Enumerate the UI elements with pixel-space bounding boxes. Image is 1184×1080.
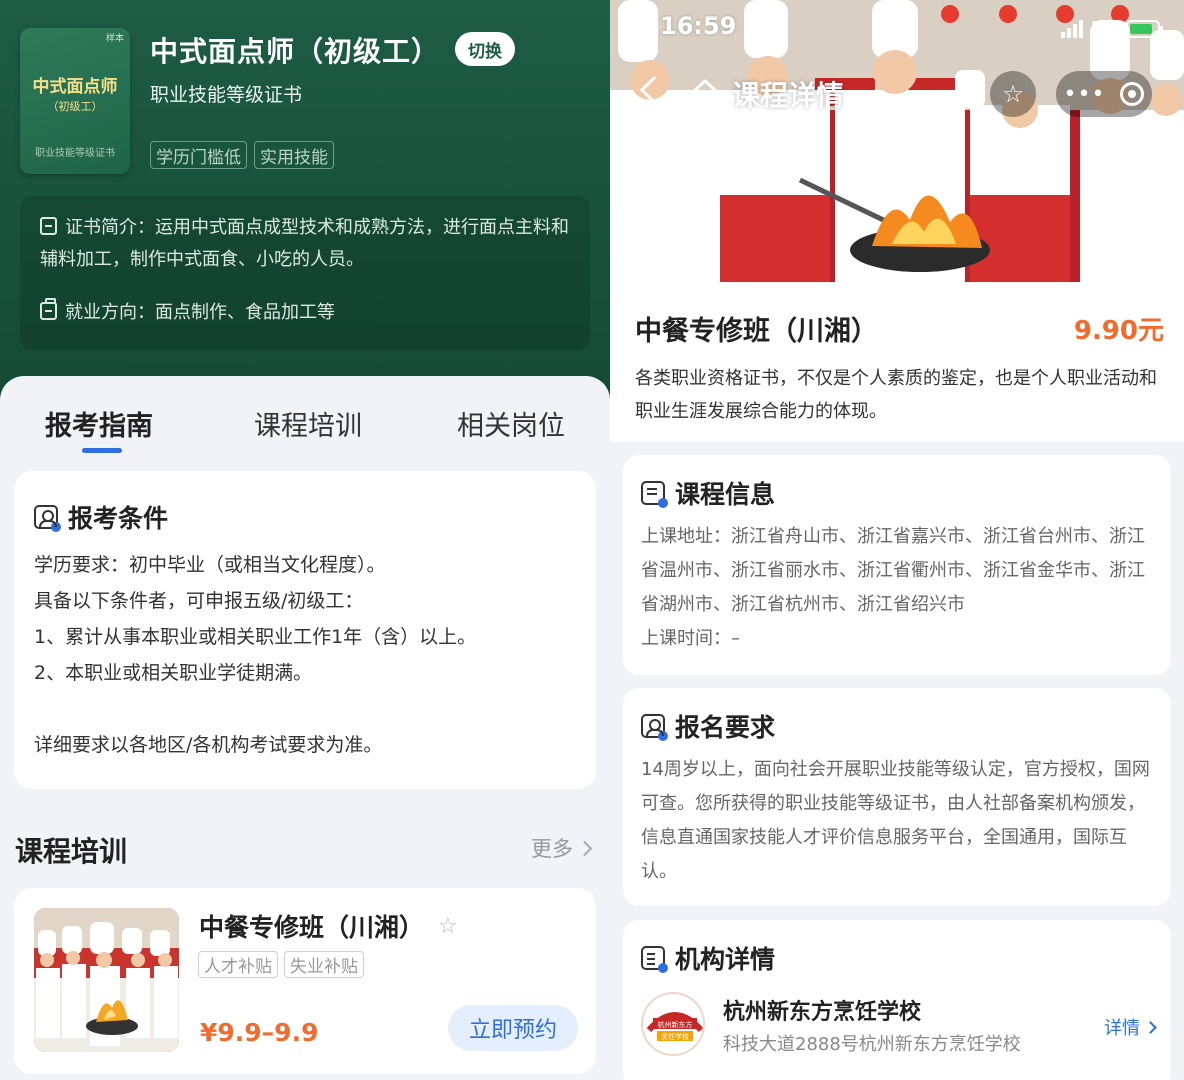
course-card[interactable]: 中餐专修班（川湘） ☆ 人才补贴 失业补贴 ¥9.9–9.9 立即预约 <box>14 888 596 1074</box>
status-time: 16:59 <box>660 12 737 40</box>
certificate-intro: 证书简介：运用中式面点成型技术和成熟方法，进行面点主料和辅料加工，制作中式面食、… <box>20 196 590 350</box>
network-type: 5G <box>1090 18 1118 39</box>
exam-conditions-title: 报考条件 <box>68 504 169 533</box>
target-icon[interactable] <box>1120 82 1145 106</box>
battery-icon <box>1126 19 1163 38</box>
more-link[interactable]: 更多 <box>531 833 593 863</box>
career-text: 面点制作、食品加工等 <box>155 302 335 323</box>
more-icon[interactable]: ••• <box>1064 82 1106 107</box>
capsule-menu[interactable]: ••• <box>1056 71 1152 117</box>
course-address: 上课地址：浙江省舟山市、浙江省嘉兴市、浙江省台州市、浙江省温州市、浙江省丽水市、… <box>641 526 1145 615</box>
exam-conditions-card: 报考条件 学历要求：初中毕业（或相当文化程度）。 具备以下条件者，可申报五级/初… <box>14 471 596 789</box>
back-icon[interactable] <box>639 75 669 105</box>
sample-mark: 样本 <box>105 34 124 44</box>
course-info-heading: 课程信息 <box>641 475 775 511</box>
document-icon <box>641 481 668 508</box>
registration-requirements-card: 报名要求 14周岁以上，面向社会开展职业技能等级认定，官方授权，国网可查。您所获… <box>623 688 1171 906</box>
course-title: 中餐专修班（川湘） <box>199 913 425 942</box>
organization-logo: 杭州新东方 烹饪学校 <box>641 992 705 1056</box>
organization-heading: 机构详情 <box>641 940 775 976</box>
summary-label: 证书简介： <box>65 217 155 238</box>
organization-icon <box>641 946 668 973</box>
nav-title: 课程详情 <box>732 79 845 112</box>
status-indicators: 5G <box>1060 18 1163 39</box>
requirements-title: 报名要求 <box>675 713 776 742</box>
switch-button[interactable]: 切换 <box>455 32 515 66</box>
organization-title: 机构详情 <box>675 945 776 974</box>
organization-name: 杭州新东方烹饪学校 <box>723 1000 922 1025</box>
status-bar: 16:59 5G <box>610 0 1184 56</box>
course-tags: 人才补贴 失业补贴 <box>198 951 364 978</box>
chef-photo-image <box>34 908 179 1052</box>
condition-line: 学历要求：初中毕业（或相当文化程度）。 <box>34 554 386 576</box>
certificate-icon <box>40 217 57 235</box>
person-card-icon <box>641 714 668 741</box>
nav-bar: 课程详情 ☆ ••• <box>610 66 1184 120</box>
thumbnail-foot: 职业技能等级证书 <box>35 148 115 159</box>
star-icon[interactable]: ☆ <box>438 914 458 939</box>
training-section-title: 课程培训 <box>15 835 128 868</box>
course-thumbnail[interactable] <box>34 908 179 1052</box>
tab-related-jobs[interactable]: 相关岗位 <box>457 404 565 443</box>
certificate-subtitle: 职业技能等级证书 <box>150 84 303 106</box>
certificate-tags: 学历门槛低 实用技能 <box>150 141 334 169</box>
condition-line: 详细要求以各地区/各机构考试要求为准。 <box>34 734 383 756</box>
exam-conditions-heading: 报考条件 <box>34 499 168 535</box>
star-icon: ☆ <box>1002 80 1024 108</box>
condition-line: 具备以下条件者，可申报五级/初级工： <box>34 590 364 612</box>
course-detail-screen: 16:59 5G 课程详情 ☆ ••• 中餐专修班（川湘） 9.90元 各类职业… <box>610 0 1184 1080</box>
course-summary-card: 中餐专修班（川湘） 9.90元 各类职业资格证书，不仅是个人素质的鉴定，也是个人… <box>610 282 1184 442</box>
more-label: 更多 <box>531 837 573 861</box>
requirements-heading: 报名要求 <box>641 708 775 744</box>
certificate-header: 样本 中式面点师 （初级工） 职业技能等级证书 中式面点师（初级工） 切换 职业… <box>0 0 610 410</box>
certificate-title: 中式面点师（初级工） <box>150 35 441 68</box>
tag-talent-subsidy: 人才补贴 <box>198 951 278 978</box>
course-info-title: 课程信息 <box>675 480 776 509</box>
course-hero-image: 16:59 5G 课程详情 ☆ ••• <box>610 0 1184 300</box>
course-title-row: 中餐专修班（川湘） ☆ <box>199 908 458 944</box>
intro-career: 就业方向：面点制作、食品加工等 <box>40 297 572 329</box>
tag-practical-skill: 实用技能 <box>254 141 334 169</box>
intro-summary: 证书简介：运用中式面点成型技术和成熟方法，进行面点主料和辅料加工，制作中式面食、… <box>40 212 572 276</box>
chevron-right-icon <box>1144 1020 1157 1034</box>
course-price: ¥9.9–9.9 <box>200 1018 319 1047</box>
logo-text-2: 烹饪学校 <box>661 1032 689 1041</box>
requirements-text: 14周岁以上，面向社会开展职业技能等级认定，官方授权，国网可查。您所获得的职业技… <box>641 759 1150 882</box>
favorite-button[interactable]: ☆ <box>990 71 1036 117</box>
organization-detail-link[interactable]: 详情 <box>1104 1014 1157 1040</box>
logo-text-1: 杭州新东方 <box>658 1020 693 1029</box>
organization-card: 机构详情 杭州新东方 烹饪学校 杭州新东方烹饪学校 科技大道2888号杭州新东方… <box>623 920 1171 1080</box>
organization-address: 科技大道2888号杭州新东方烹饪学校 <box>723 1034 1021 1055</box>
certificate-thumbnail[interactable]: 样本 中式面点师 （初级工） 职业技能等级证书 <box>20 28 130 174</box>
book-now-button[interactable]: 立即预约 <box>448 1005 578 1051</box>
home-icon[interactable] <box>690 76 720 106</box>
thumbnail-level: （初级工） <box>47 100 103 113</box>
course-title: 中餐专修班（川湘） <box>635 316 878 347</box>
tab-exam-guide[interactable]: 报考指南 <box>45 404 153 443</box>
exam-conditions-body: 学历要求：初中毕业（或相当文化程度）。 具备以下条件者，可申报五级/初级工： 1… <box>34 547 476 763</box>
school-logo-image: 杭州新东方 烹饪学校 <box>645 996 703 1054</box>
course-info-card: 课程信息 上课地址：浙江省舟山市、浙江省嘉兴市、浙江省台州市、浙江省温州市、浙江… <box>623 455 1171 675</box>
condition-line: 1、累计从事本职业或相关职业工作1年（含）以上。 <box>34 626 477 648</box>
course-price: 9.90元 <box>1073 316 1164 346</box>
tag-low-threshold: 学历门槛低 <box>150 141 247 169</box>
course-description: 各类职业资格证书，不仅是个人素质的鉴定，也是个人职业活动和职业生涯发展综合能力的… <box>635 368 1157 422</box>
career-label: 就业方向： <box>65 302 155 323</box>
detail-label: 详情 <box>1104 1018 1140 1039</box>
tag-unemployment-subsidy: 失业补贴 <box>284 951 364 978</box>
condition-spacer <box>34 691 476 727</box>
chevron-right-icon <box>576 840 593 856</box>
tab-course-training[interactable]: 课程培训 <box>254 404 362 443</box>
briefcase-icon <box>40 298 57 320</box>
signal-icon <box>1060 19 1083 38</box>
course-time: 上课时间：– <box>641 628 740 649</box>
person-card-icon <box>34 505 61 532</box>
tab-indicator <box>82 448 122 453</box>
certificate-guide-screen: 样本 中式面点师 （初级工） 职业技能等级证书 中式面点师（初级工） 切换 职业… <box>0 0 610 1080</box>
thumbnail-title: 中式面点师 <box>32 77 118 97</box>
condition-line: 2、本职业或相关职业学徒期满。 <box>34 662 313 684</box>
